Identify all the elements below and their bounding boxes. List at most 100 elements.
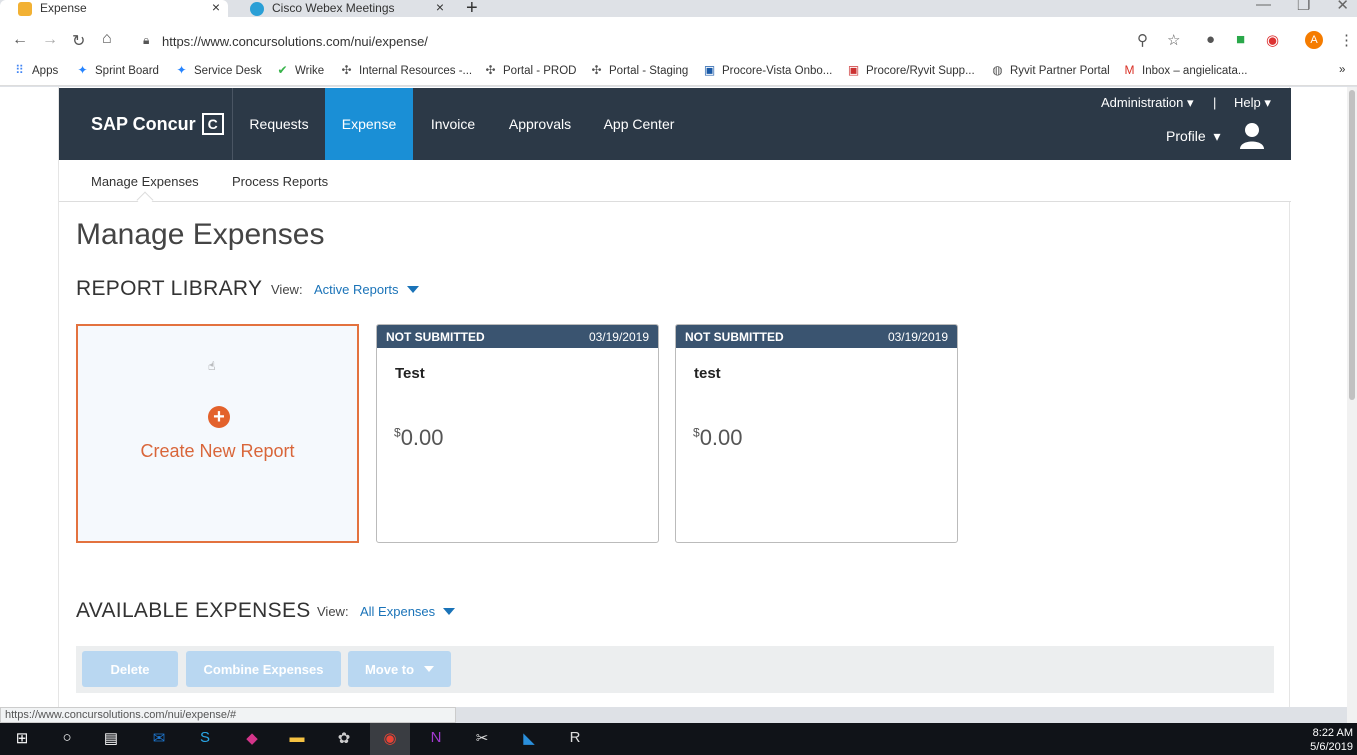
create-new-report-card[interactable]: ☝︎ + Create New Report — [76, 324, 359, 543]
report-library-heading: REPORT LIBRARY — [76, 277, 263, 300]
bookmark-label: Service Desk — [194, 64, 262, 77]
report-card-header: NOT SUBMITTED 03/19/2019 — [676, 325, 957, 348]
close-tab-icon[interactable]: × — [212, 0, 220, 15]
window-controls: — ❐ ✕ — [1256, 0, 1349, 14]
skype-icon[interactable]: S — [194, 729, 216, 749]
clock-time: 8:22 AM — [1312, 727, 1353, 739]
extension-circle-icon[interactable]: ● — [1206, 31, 1215, 48]
profile-menu[interactable]: Profile ▾ — [1166, 128, 1221, 145]
report-date: 03/19/2019 — [887, 329, 948, 344]
reload-icon[interactable]: ↻ — [72, 31, 85, 51]
sub-navigation: Manage Expenses Process Reports — [59, 160, 1291, 209]
bookmark-service-desk[interactable]: ✦ Service Desk — [175, 64, 262, 77]
delete-button[interactable]: Delete — [82, 651, 178, 687]
bookmark-procore-ryvit[interactable]: ▣ Procore/Ryvit Supp... — [847, 64, 975, 77]
bookmark-label: Wrike — [295, 64, 325, 77]
concur-app: SAP Concur C Requests Expense Invoice Ap… — [58, 87, 1291, 707]
report-amount: $0.00 — [394, 425, 444, 451]
bookmarks-bar: ⠿ Apps ✦ Sprint Board ✦ Service Desk ✔ Wrike… — [0, 58, 1357, 86]
bookmark-apps[interactable]: ⠿ Apps — [13, 64, 58, 77]
nav-invoice[interactable]: Invoice — [419, 88, 487, 160]
nav-requests[interactable]: Requests — [237, 88, 321, 160]
administration-menu[interactable]: Administration ▾ — [1101, 95, 1194, 111]
concur-favicon-icon — [18, 2, 32, 16]
bookmark-label: Portal - PROD — [503, 64, 577, 77]
bookmark-procore-vista[interactable]: ▣ Procore-Vista Onbo... — [703, 64, 833, 77]
bookmark-star-icon[interactable]: ☆ — [1167, 31, 1180, 49]
chrome-icon[interactable]: ◉ — [370, 723, 410, 755]
back-arrow-icon[interactable]: ← — [12, 31, 28, 49]
administration-label: Administration — [1101, 95, 1184, 110]
remote-app-icon[interactable]: R — [564, 729, 586, 749]
windows-start-icon[interactable]: ⊞ — [11, 729, 33, 749]
chevron-down-icon — [406, 286, 419, 293]
procore-icon: ▣ — [847, 63, 860, 77]
vscode-icon[interactable]: ◣ — [518, 729, 540, 749]
clock-date: 5/6/2019 — [1310, 741, 1353, 753]
webex-favicon-icon — [250, 2, 264, 16]
task-view-icon[interactable]: ▤ — [100, 729, 122, 749]
header-separator: | — [1213, 95, 1217, 110]
bookmark-sprint-board[interactable]: ✦ Sprint Board — [76, 63, 159, 77]
subnav-process-reports[interactable]: Process Reports — [232, 174, 328, 189]
slack-icon: ✣ — [341, 63, 352, 77]
bookmark-label: Procore/Ryvit Supp... — [866, 64, 975, 77]
bookmark-wrike[interactable]: ✔ Wrike — [276, 64, 324, 77]
minimize-icon[interactable]: — — [1256, 0, 1271, 14]
scrollbar-thumb[interactable] — [1349, 90, 1355, 400]
bookmark-label: Sprint Board — [95, 64, 159, 77]
chrome-menu-icon[interactable]: ⋮ — [1339, 31, 1354, 49]
nav-approvals[interactable]: Approvals — [497, 88, 583, 160]
forward-arrow-icon[interactable]: → — [42, 31, 58, 49]
jira-icon: ✦ — [77, 63, 88, 77]
bookmark-portal-staging[interactable]: ✣ Portal - Staging — [590, 64, 688, 77]
extension-pd-icon[interactable]: ■ — [1236, 31, 1245, 48]
restore-icon[interactable]: ❐ — [1297, 0, 1310, 14]
plus-circle-icon: + — [208, 406, 230, 428]
bookmark-internal-resources[interactable]: ✣ Internal Resources -... — [340, 64, 472, 77]
onenote-icon[interactable]: N — [425, 729, 447, 749]
amount-value: 0.00 — [400, 425, 444, 450]
report-view-dropdown[interactable]: Active Reports — [314, 282, 419, 297]
url-text[interactable]: https://www.concursolutions.com/nui/expe… — [162, 34, 428, 49]
slack-app-icon[interactable]: ◆ — [241, 729, 263, 749]
file-explorer-icon[interactable]: ▬ — [286, 729, 308, 749]
profile-avatar-icon[interactable] — [1239, 121, 1265, 149]
tab-strip: Expense × Cisco Webex Meetings × + — ❐ ✕ — [0, 0, 1357, 19]
subnav-manage-expenses[interactable]: Manage Expenses — [91, 174, 199, 189]
home-icon[interactable]: ⌂ — [102, 30, 112, 48]
bookmark-label: Internal Resources -... — [359, 64, 473, 77]
bookmark-label: Apps — [32, 64, 59, 77]
chevron-down-icon — [424, 666, 435, 672]
tools-app-icon[interactable]: ✂ — [471, 729, 493, 749]
logo-text: SAP Concur — [91, 113, 196, 134]
chrome-profile-avatar[interactable]: A — [1305, 31, 1323, 49]
system-clock[interactable]: 8:22 AM 5/6/2019 — [1310, 726, 1353, 754]
more-bookmarks-icon[interactable]: » — [1339, 64, 1345, 76]
help-menu[interactable]: Help ▾ — [1234, 95, 1271, 111]
report-card[interactable]: NOT SUBMITTED 03/19/2019 Test $0.00 — [376, 324, 659, 543]
nav-expense[interactable]: Expense — [325, 88, 413, 160]
bookmark-label: Portal - Staging — [609, 64, 689, 77]
bookmark-label: Inbox – angielicata... — [1142, 64, 1248, 77]
apps-grid-icon: ⠿ — [15, 63, 24, 77]
tool-app-icon[interactable]: ✿ — [333, 729, 355, 749]
bookmark-inbox[interactable]: M Inbox – angielicata... — [1123, 64, 1248, 77]
available-expenses-heading: AVAILABLE EXPENSES — [76, 599, 311, 622]
cortana-search-icon[interactable]: ○ — [56, 729, 78, 749]
close-window-icon[interactable]: ✕ — [1336, 0, 1349, 14]
close-tab-icon[interactable]: × — [436, 0, 444, 15]
bookmark-ryvit-partner[interactable]: ◍ Ryvit Partner Portal — [991, 64, 1109, 77]
outlook-icon[interactable]: ✉ — [148, 729, 170, 749]
sap-concur-logo[interactable]: SAP Concur C — [91, 113, 224, 135]
expenses-view-dropdown[interactable]: All Expenses — [360, 604, 456, 619]
zoom-icon[interactable]: ⚲ — [1137, 31, 1148, 49]
bookmark-portal-prod[interactable]: ✣ Portal - PROD — [484, 64, 577, 77]
nav-app-center[interactable]: App Center — [593, 88, 685, 160]
tab-expense[interactable]: Expense × — [0, 0, 228, 17]
combine-expenses-button[interactable]: Combine Expenses — [186, 651, 341, 687]
report-card[interactable]: NOT SUBMITTED 03/19/2019 test $0.00 — [675, 324, 958, 543]
tab-webex[interactable]: Cisco Webex Meetings × — [232, 0, 452, 17]
move-to-button[interactable]: Move to — [348, 651, 451, 687]
extension-colorful-icon[interactable]: ◉ — [1266, 31, 1279, 49]
